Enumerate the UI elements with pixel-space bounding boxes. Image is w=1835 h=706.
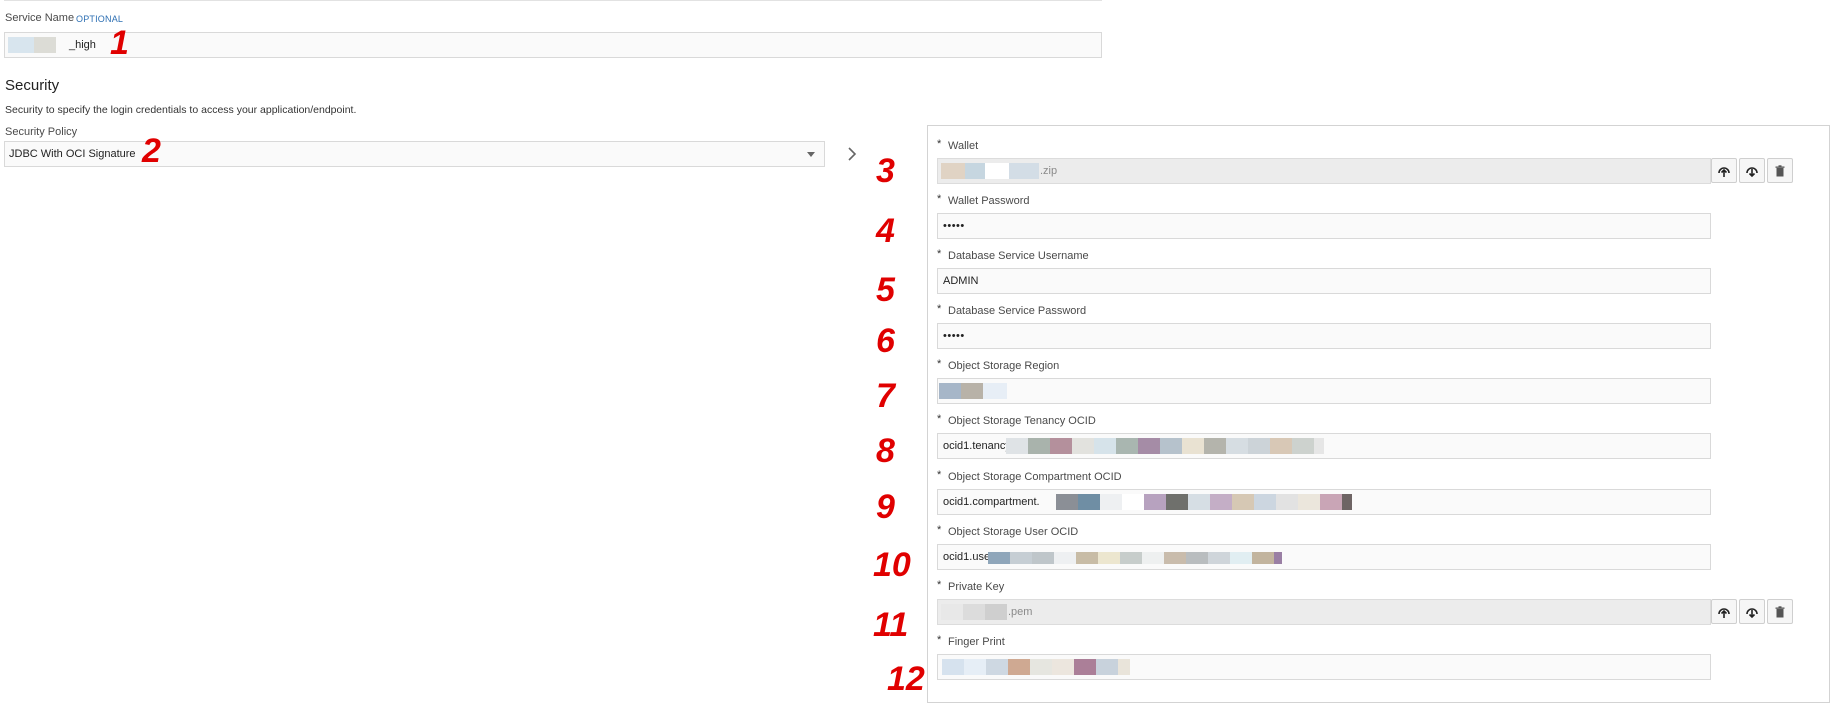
security-policy-select[interactable]: JDBC With OCI Signature (4, 141, 825, 167)
required-marker: * (937, 193, 942, 205)
required-marker: * (937, 469, 942, 481)
wallet-password-input[interactable]: ••••• (937, 213, 1711, 239)
wallet-password-value: ••••• (943, 220, 965, 232)
redacted-text (8, 37, 56, 53)
tenancy-ocid-prefix: ocid1.tenancy (943, 440, 1011, 452)
service-name-label: Service Name (5, 12, 75, 24)
compartment-ocid-input[interactable]: ocid1.compartment. (937, 489, 1711, 515)
private-key-upload-button[interactable] (1711, 599, 1737, 624)
annotation-5: 5 (876, 271, 895, 309)
fingerprint-input[interactable] (937, 654, 1711, 680)
redacted-text (942, 659, 1130, 675)
redacted-text (939, 383, 1007, 399)
redacted-text (1056, 494, 1352, 510)
compartment-ocid-prefix: ocid1.compartment. (943, 496, 1040, 508)
security-heading: Security (5, 77, 60, 94)
redacted-text (941, 604, 1007, 620)
annotation-3: 3 (876, 152, 895, 190)
required-marker: * (937, 358, 942, 370)
annotation-2: 2 (142, 132, 161, 170)
annotation-8: 8 (876, 432, 895, 470)
private-key-file-suffix: .pem (1008, 606, 1033, 618)
annotation-12: 12 (887, 660, 925, 698)
user-ocid-label: Object Storage User OCID (948, 526, 1079, 538)
user-ocid-prefix: ocid1.user (943, 551, 994, 563)
private-key-download-button[interactable] (1739, 599, 1765, 624)
chevron-right-icon[interactable] (846, 146, 858, 161)
annotation-7: 7 (876, 377, 895, 415)
required-marker: * (937, 248, 942, 260)
download-icon (1746, 166, 1758, 177)
wallet-upload-button[interactable] (1711, 158, 1737, 183)
region-select[interactable] (937, 378, 1711, 404)
service-name-input[interactable]: _high (4, 32, 1102, 58)
required-marker: * (937, 138, 942, 150)
upload-icon (1718, 166, 1730, 177)
wallet-label: Wallet (948, 140, 979, 152)
private-key-label: Private Key (948, 581, 1005, 593)
fingerprint-label: Finger Print (948, 636, 1005, 648)
annotation-9: 9 (876, 488, 895, 526)
db-password-label: Database Service Password (948, 305, 1087, 317)
private-key-file-field[interactable]: .pem (937, 599, 1711, 625)
top-divider (4, 0, 1102, 1)
db-password-input[interactable]: ••••• (937, 323, 1711, 349)
annotation-1: 1 (110, 24, 129, 62)
redacted-text (1006, 438, 1324, 454)
required-marker: * (937, 634, 942, 646)
annotation-11: 11 (873, 606, 909, 644)
wallet-delete-button[interactable] (1767, 158, 1793, 183)
tenancy-ocid-input[interactable]: ocid1.tenancy (937, 433, 1711, 459)
trash-icon (1775, 605, 1785, 617)
trash-icon (1775, 164, 1785, 176)
wallet-download-button[interactable] (1739, 158, 1765, 183)
private-key-delete-button[interactable] (1767, 599, 1793, 624)
redacted-text (988, 552, 1282, 564)
db-username-value: ADMIN (943, 275, 979, 287)
upload-icon (1718, 607, 1730, 618)
required-marker: * (937, 303, 942, 315)
wallet-file-suffix: .zip (1040, 165, 1058, 177)
redacted-text (941, 163, 1039, 179)
tenancy-ocid-label: Object Storage Tenancy OCID (948, 415, 1096, 427)
required-marker: * (937, 524, 942, 536)
compartment-ocid-label: Object Storage Compartment OCID (948, 471, 1122, 483)
wallet-password-label: Wallet Password (948, 195, 1030, 207)
download-icon (1746, 607, 1758, 618)
required-marker: * (937, 413, 942, 425)
region-label: Object Storage Region (948, 360, 1060, 372)
annotation-10: 10 (873, 546, 911, 584)
db-password-value: ••••• (943, 330, 965, 342)
db-username-input[interactable]: ADMIN (937, 268, 1711, 294)
wallet-file-field[interactable]: .zip (937, 158, 1711, 184)
security-description: Security to specify the login credential… (5, 104, 357, 116)
security-policy-label: Security Policy (5, 126, 78, 138)
user-ocid-input[interactable]: ocid1.user (937, 544, 1711, 570)
optional-tag: OPTIONAL (76, 14, 124, 24)
required-marker: * (937, 579, 942, 591)
annotation-4: 4 (876, 212, 895, 250)
security-policy-value: JDBC With OCI Signature (9, 148, 136, 160)
chevron-down-icon (807, 152, 815, 157)
annotation-6: 6 (876, 322, 895, 360)
db-username-label: Database Service Username (948, 250, 1089, 262)
service-name-suffix: _high (69, 39, 96, 51)
